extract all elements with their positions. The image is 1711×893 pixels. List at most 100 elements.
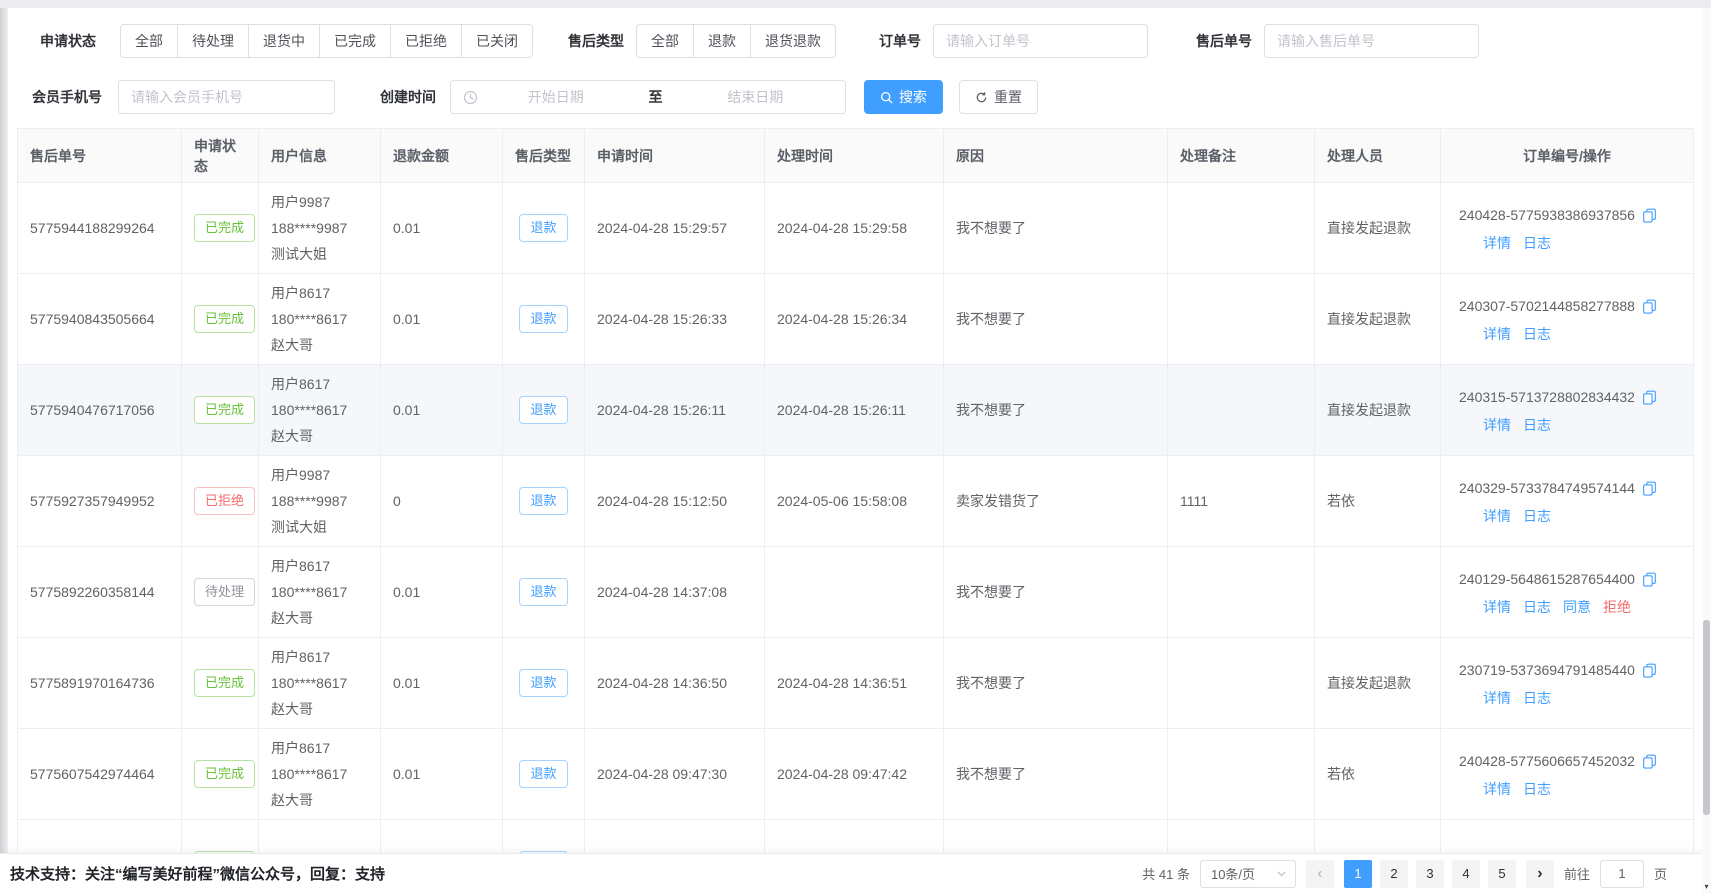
action-link-default[interactable]: 日志 [1523, 781, 1551, 797]
copy-icon[interactable] [1642, 299, 1657, 314]
page-button[interactable]: 5 [1488, 860, 1516, 888]
type-filter-option[interactable]: 退货退款 [750, 24, 836, 58]
handle-time-cell: 2024-05-06 15:58:08 [765, 456, 944, 547]
status-filter-option[interactable]: 已关闭 [461, 24, 533, 58]
date-range-separator: 至 [634, 87, 678, 107]
action-links: 详情日志 [1453, 415, 1681, 435]
action-links: 详情日志 [1453, 506, 1681, 526]
search-button[interactable]: 搜索 [864, 80, 943, 114]
column-header: 售后类型 [503, 129, 585, 183]
action-link-default[interactable]: 日志 [1523, 235, 1551, 251]
status-filter-option[interactable]: 待处理 [177, 24, 249, 58]
user-info-cell: 用户8617180****8617赵大哥 [259, 638, 381, 729]
apply-time-cell: 2024-04-28 15:12:50 [585, 456, 765, 547]
status-cell: 已完成 [182, 638, 259, 729]
reason-cell: 我不想要了 [944, 365, 1168, 456]
action-link-default[interactable]: 详情 [1483, 326, 1511, 342]
start-date-input[interactable]: 开始日期 [478, 87, 634, 107]
order-no-line: 240315-5713728802834432 [1453, 385, 1681, 409]
user-info-cell: 用户8617180****8617赵大哥 [259, 547, 381, 638]
remark-cell [1168, 183, 1315, 274]
page-size-select[interactable]: 10条/页 [1200, 860, 1296, 888]
action-link-default[interactable]: 详情 [1483, 508, 1511, 524]
pagination-total: 共 41 条 [1142, 864, 1190, 883]
aftersale-table: 售后单号申请状态用户信息退款金额售后类型申请时间处理时间原因处理备注处理人员订单… [17, 128, 1694, 893]
user-info-line: 用户9987 [271, 462, 368, 488]
reason-cell: 我不想要了 [944, 729, 1168, 820]
action-link-default[interactable]: 详情 [1483, 690, 1511, 706]
column-header: 售后单号 [18, 129, 182, 183]
column-header: 申请时间 [585, 129, 765, 183]
goto-page-input[interactable] [1600, 860, 1644, 888]
handler-cell: 若依 [1315, 729, 1441, 820]
order-no-input[interactable] [933, 24, 1148, 58]
page-button[interactable]: 4 [1452, 860, 1480, 888]
status-filter-option[interactable]: 已拒绝 [390, 24, 462, 58]
copy-icon[interactable] [1642, 663, 1657, 678]
action-links: 详情日志 [1453, 688, 1681, 708]
action-link-default[interactable]: 同意 [1563, 599, 1591, 615]
action-links: 详情日志同意拒绝 [1453, 597, 1681, 617]
status-filter-option[interactable]: 已完成 [319, 24, 391, 58]
search-button-label: 搜索 [899, 87, 927, 107]
copy-icon[interactable] [1642, 481, 1657, 496]
apply-time-cell: 2024-04-28 14:37:08 [585, 547, 765, 638]
type-filter-label: 售后类型 [568, 31, 624, 51]
action-link-default[interactable]: 详情 [1483, 599, 1511, 615]
user-info-line: 测试大姐 [271, 241, 368, 267]
status-cell: 已完成 [182, 274, 259, 365]
date-range-picker[interactable]: 开始日期 至 结束日期 [450, 80, 846, 114]
action-link-default[interactable]: 日志 [1523, 508, 1551, 524]
handler-cell: 直接发起退款 [1315, 365, 1441, 456]
created-time-label: 创建时间 [380, 87, 436, 107]
copy-icon[interactable] [1642, 208, 1657, 223]
phone-input[interactable] [118, 80, 335, 114]
page-button[interactable]: 1 [1344, 860, 1372, 888]
table-row: 5775940476717056已完成用户8617180****8617赵大哥0… [18, 365, 1694, 456]
type-filter-option[interactable]: 全部 [636, 24, 694, 58]
goto-suffix: 页 [1654, 864, 1667, 883]
action-link-default[interactable]: 详情 [1483, 417, 1511, 433]
status-filter-option[interactable]: 退货中 [248, 24, 320, 58]
copy-icon[interactable] [1642, 390, 1657, 405]
type-filter-option[interactable]: 退款 [693, 24, 751, 58]
status-filter-option[interactable]: 全部 [120, 24, 178, 58]
type-badge: 退款 [519, 305, 567, 333]
user-info-line: 赵大哥 [271, 332, 368, 358]
page-button[interactable]: 3 [1416, 860, 1444, 888]
type-cell: 退款 [503, 183, 585, 274]
action-link-default[interactable]: 日志 [1523, 690, 1551, 706]
apply-time-cell: 2024-04-28 15:26:33 [585, 274, 765, 365]
aftersale-no-cell: 5775940476717056 [18, 365, 182, 456]
chevron-down-icon [1276, 868, 1287, 879]
action-link-default[interactable]: 日志 [1523, 417, 1551, 433]
page-left-gutter [0, 8, 8, 853]
scrollbar-thumb[interactable] [1703, 620, 1710, 815]
refresh-icon [975, 91, 988, 104]
action-link-default[interactable]: 日志 [1523, 599, 1551, 615]
apply-time-cell: 2024-04-28 14:36:50 [585, 638, 765, 729]
copy-icon[interactable] [1642, 572, 1657, 587]
column-header: 处理人员 [1315, 129, 1441, 183]
reset-button[interactable]: 重置 [959, 80, 1038, 114]
status-badge: 已完成 [194, 214, 255, 242]
order-no-text: 240329-5733784749574144 [1459, 476, 1635, 500]
action-link-default[interactable]: 详情 [1483, 235, 1511, 251]
page-button[interactable]: 2 [1380, 860, 1408, 888]
scroll-down-icon[interactable]: ▾ [1702, 882, 1711, 891]
handle-time-cell: 2024-04-28 09:47:42 [765, 729, 944, 820]
order-no-line: 240129-5648615287654400 [1453, 567, 1681, 591]
aftersale-no-input[interactable] [1264, 24, 1479, 58]
type-cell: 退款 [503, 274, 585, 365]
end-date-input[interactable]: 结束日期 [678, 87, 834, 107]
page-scrollbar[interactable]: ▾ [1702, 8, 1711, 893]
action-link-default[interactable]: 详情 [1483, 781, 1511, 797]
prev-page-button[interactable]: ‹ [1306, 860, 1334, 888]
action-link-default[interactable]: 日志 [1523, 326, 1551, 342]
action-link-danger[interactable]: 拒绝 [1603, 599, 1631, 615]
user-info-line: 赵大哥 [271, 605, 368, 631]
order-no-text: 240315-5713728802834432 [1459, 385, 1635, 409]
type-badge: 退款 [519, 669, 567, 697]
copy-icon[interactable] [1642, 754, 1657, 769]
next-page-button[interactable]: › [1526, 860, 1554, 888]
